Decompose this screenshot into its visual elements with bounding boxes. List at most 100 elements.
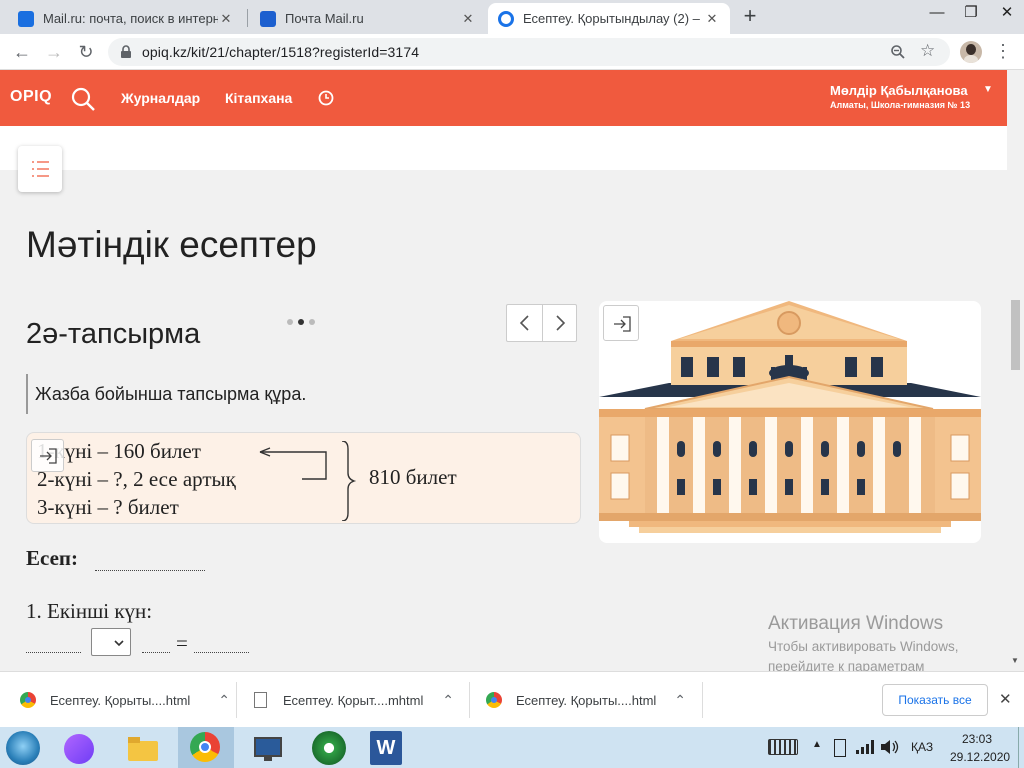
windows-taskbar: W ▲ ҚАЗ 23:03 29.12.2020 [0, 727, 1024, 768]
tab-title: Mail.ru: почта, поиск в интернет [43, 11, 218, 26]
search-icon[interactable] [70, 86, 96, 112]
site-header: OPIQ Журналдар Кітапхана Мөлдір Қабылқан… [0, 70, 1007, 126]
file-explorer-icon[interactable] [126, 731, 160, 765]
expand-icon [614, 316, 631, 332]
step1-label: 1. Екінші күн: [26, 599, 153, 623]
signal-icon[interactable] [856, 739, 874, 755]
volume-icon[interactable] [880, 739, 900, 755]
chevron-up-icon[interactable]: ⌃ [674, 692, 686, 709]
restore-button[interactable]: ❐ [954, 0, 988, 28]
new-tab-button[interactable]: + [737, 4, 763, 30]
network-globe-icon[interactable] [312, 731, 346, 765]
tab-title: Есептеу. Қорытындылау (2) – Opi [523, 11, 704, 26]
user-menu-caret-icon[interactable]: ▼ [983, 84, 993, 95]
total-label: 810 билет [369, 465, 457, 489]
close-window-button[interactable]: ✕ [990, 0, 1024, 28]
nav-library[interactable]: Кітапхана [225, 90, 292, 106]
back-arrow-icon[interactable]: ← [10, 40, 34, 64]
problem-answer-field[interactable] [95, 570, 205, 571]
tab-opiq[interactable]: Есептеу. Қорытындылау (2) – Opi ✕ [488, 3, 730, 34]
mailru-favicon-icon [18, 10, 34, 27]
problem-label: Есеп: [26, 546, 78, 570]
word-icon[interactable]: W [370, 731, 402, 765]
chrome-file-icon [486, 692, 502, 708]
nav-journals[interactable]: Журналдар [121, 90, 200, 106]
data-box: 1-күні – 160 билет 2-күні – ?, 2 есе арт… [26, 432, 581, 524]
page-title: Мәтіндік есептер [26, 224, 317, 265]
tab-title: Почта Mail.ru [285, 11, 364, 26]
show-all-button[interactable]: Показать все [882, 684, 988, 716]
reload-icon[interactable]: ↻ [74, 40, 98, 64]
table-of-contents-button[interactable] [18, 146, 62, 192]
close-download-bar-icon[interactable]: ✕ [999, 690, 1012, 708]
tab-mail[interactable]: Почта Mail.ru ✕ [250, 3, 486, 34]
browser-menu-icon[interactable]: ⋮ [994, 40, 1012, 62]
step1-field-1[interactable] [26, 652, 81, 653]
instruction-text: Жазба бойынша тапсырма құра. [35, 384, 307, 404]
lock-icon [121, 45, 131, 58]
profile-avatar[interactable] [960, 41, 982, 63]
address-bar[interactable]: opiq.kz/kit/21/chapter/1518?registerId=3… [108, 38, 950, 66]
show-desktop-button[interactable] [1018, 727, 1024, 768]
download-filename: Есептеу. Қорыты....html [516, 692, 657, 708]
tab-mailru[interactable]: Mail.ru: почта, поиск в интернет ✕ [8, 3, 244, 34]
bolshoi-theatre-image [599, 301, 981, 533]
bracket-arrow-diagram [259, 441, 357, 521]
close-tab-icon[interactable]: ✕ [704, 11, 720, 27]
chrome-icon [190, 732, 220, 762]
clock-date[interactable]: 29.12.2020 [950, 750, 1010, 764]
forward-arrow-icon[interactable]: → [42, 40, 66, 64]
alice-assistant-icon[interactable] [64, 734, 94, 764]
carousel-dot[interactable] [287, 319, 293, 325]
step1-field-2[interactable] [142, 652, 170, 653]
minimize-button[interactable]: — [920, 0, 954, 28]
carousel-dots [287, 319, 315, 325]
chevron-up-icon[interactable]: ⌃ [442, 692, 454, 709]
history-clock-icon[interactable] [318, 90, 334, 106]
download-bar: Есептеу. Қорыты....html ⌃ Есептеу. Қорыт… [0, 671, 1024, 727]
download-item[interactable]: Есептеу. Қорыты....html ⌃ [486, 672, 686, 728]
carousel-dot[interactable] [298, 319, 304, 325]
opiq-logo[interactable]: OPIQ [10, 88, 52, 106]
chevron-up-icon[interactable]: ⌃ [218, 692, 230, 709]
zoom-icon[interactable] [890, 44, 906, 60]
scroll-down-arrow-icon[interactable]: ▼ [1011, 656, 1019, 665]
url-text: opiq.kz/kit/21/chapter/1518?registerId=3… [142, 44, 420, 60]
bookmark-star-icon[interactable]: ☆ [920, 41, 935, 61]
download-item[interactable]: Есептеу. Қорыт....mhtml ⌃ [254, 672, 454, 728]
battery-icon[interactable] [834, 739, 846, 757]
task-title: 2ә-тапсырма [26, 318, 201, 350]
image-fullscreen-button[interactable] [603, 305, 639, 341]
content-top-strip [0, 126, 1007, 170]
equals-sign: = [176, 631, 188, 655]
chevron-left-icon[interactable] [517, 315, 533, 331]
step1-result-field[interactable] [194, 652, 249, 653]
browser-toolbar: ← → ↻ opiq.kz/kit/21/chapter/1518?regist… [0, 34, 1024, 70]
user-name[interactable]: Мөлдір Қабылқанова [830, 83, 968, 98]
mail-envelope-icon [260, 10, 276, 27]
clock-time[interactable]: 23:03 [962, 732, 992, 746]
row-day2: 2-күні – ?, 2 есе артық [37, 467, 236, 491]
chevron-right-icon[interactable] [552, 315, 568, 331]
carousel-nav [506, 304, 577, 342]
download-item[interactable]: Есептеу. Қорыты....html ⌃ [20, 672, 230, 728]
close-tab-icon[interactable]: ✕ [218, 11, 234, 27]
opiq-favicon-icon [498, 10, 514, 27]
language-indicator[interactable]: ҚАЗ [911, 740, 933, 754]
show-hidden-icons-icon[interactable]: ▲ [812, 739, 822, 750]
close-tab-icon[interactable]: ✕ [460, 11, 476, 27]
fullscreen-button[interactable] [31, 439, 64, 472]
keyboard-icon[interactable] [768, 739, 798, 755]
chevron-down-icon [114, 640, 124, 647]
start-button[interactable] [6, 731, 40, 765]
scrollbar-thumb[interactable] [1011, 300, 1020, 370]
browser-tab-strip: Mail.ru: почта, поиск в интернет ✕ Почта… [0, 0, 1024, 34]
row-day1: 1-күні – 160 билет [37, 439, 201, 463]
taskbar-chrome-active[interactable] [178, 727, 234, 768]
operator-select[interactable] [91, 628, 131, 656]
carousel-dot[interactable] [309, 319, 315, 325]
page-scrollbar[interactable]: ▼ [1007, 70, 1024, 671]
data-rows: 1-күні – 160 билет 2-күні – ?, 2 есе арт… [37, 437, 236, 521]
chrome-file-icon [20, 692, 36, 708]
remote-desktop-icon[interactable] [252, 731, 286, 765]
